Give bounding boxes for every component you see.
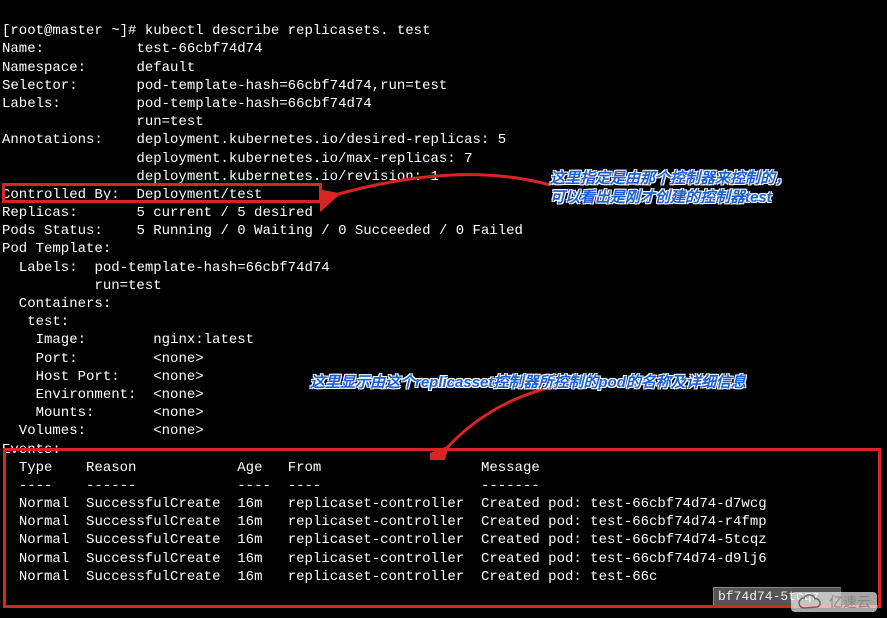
field-environment: Environment: <none> xyxy=(2,387,204,403)
container-name: test: xyxy=(2,314,69,330)
field-image: Image: nginx:latest xyxy=(2,332,254,348)
field-namespace: Namespace: default xyxy=(2,60,195,76)
field-labels-2: run=test xyxy=(2,114,204,130)
field-annotations-2: deployment.kubernetes.io/max-replicas: 7 xyxy=(2,151,472,167)
command-text: kubectl describe replicasets. test xyxy=(145,23,431,39)
prompt-text: [root@master ~]# xyxy=(2,23,145,39)
field-port: Port: <none> xyxy=(2,351,204,367)
field-volumes: Volumes: <none> xyxy=(2,423,204,439)
highlight-box-controlled-by xyxy=(2,183,322,203)
field-host-port: Host Port: <none> xyxy=(2,369,204,385)
annotation-text-1: 这里指定是由那个控制器来控制的， 可以看出是刚才创建的控制器test xyxy=(550,170,790,208)
annotation-text-2: 这里显示由这个replicasset控制器所控制的pod的名称及详细信息 xyxy=(310,374,746,393)
pod-template-header: Pod Template: xyxy=(2,241,111,257)
pt-labels-2: run=test xyxy=(2,278,162,294)
field-labels-1: Labels: pod-template-hash=66cbf74d74 xyxy=(2,96,372,112)
field-name: Name: test-66cbf74d74 xyxy=(2,41,262,57)
field-pods-status: Pods Status: 5 Running / 0 Waiting / 0 S… xyxy=(2,223,523,239)
pt-labels-1: Labels: pod-template-hash=66cbf74d74 xyxy=(2,260,330,276)
watermark: 亿速云 xyxy=(791,592,877,612)
highlight-box-events xyxy=(3,448,881,608)
shell-prompt: [root@master ~]# kubectl describe replic… xyxy=(2,23,430,39)
field-annotations-1: Annotations: deployment.kubernetes.io/de… xyxy=(2,132,506,148)
containers-header: Containers: xyxy=(2,296,111,312)
watermark-text: 亿速云 xyxy=(829,593,871,611)
field-replicas: Replicas: 5 current / 5 desired xyxy=(2,205,313,221)
field-selector: Selector: pod-template-hash=66cbf74d74,r… xyxy=(2,78,447,94)
field-mounts: Mounts: <none> xyxy=(2,405,204,421)
cloud-icon xyxy=(797,594,823,610)
